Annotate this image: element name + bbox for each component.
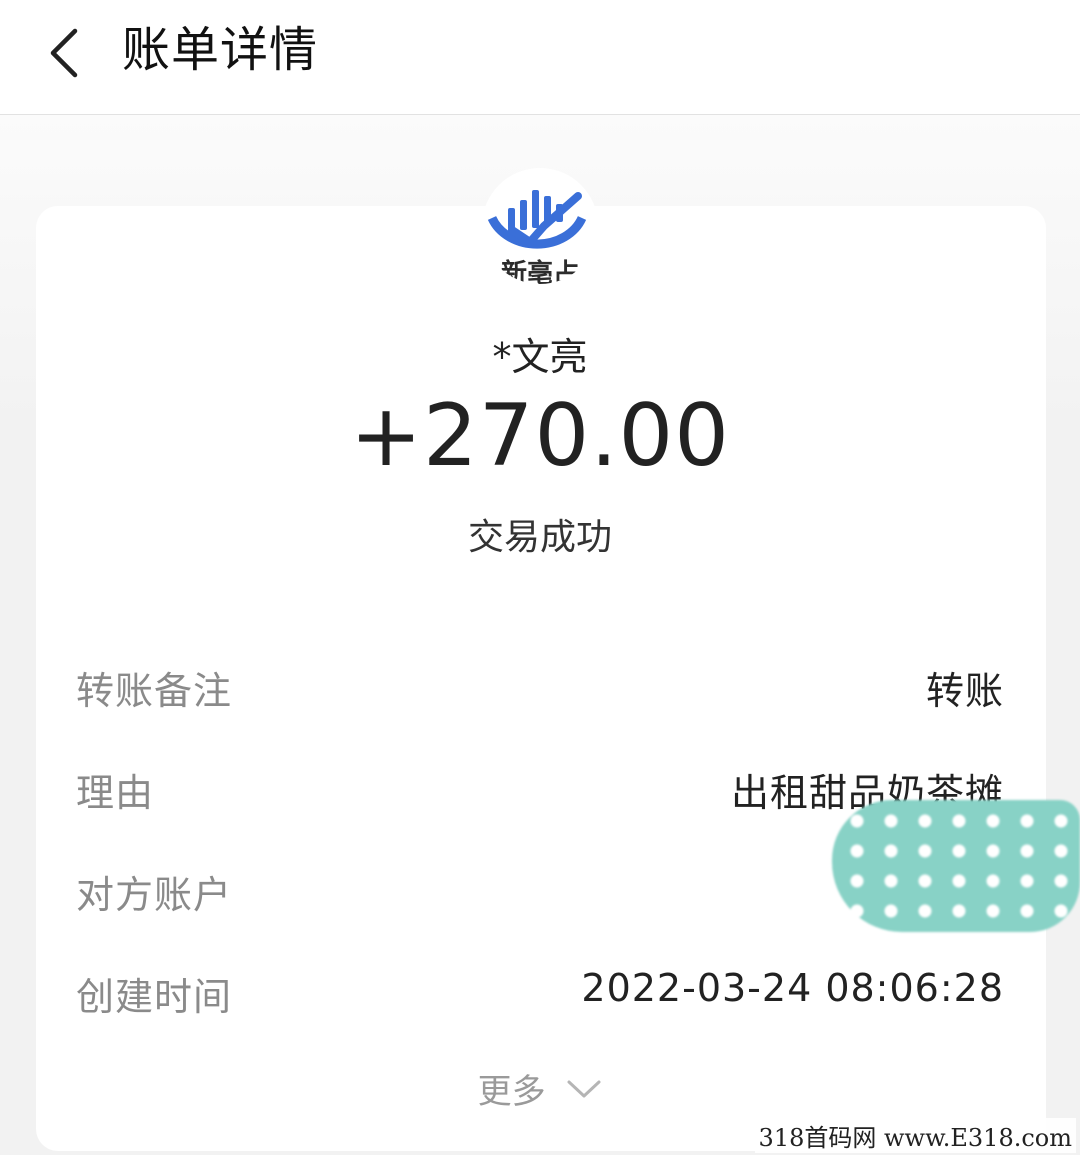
reason-label: 理由: [76, 771, 155, 815]
chevron-left-icon: [50, 28, 78, 78]
transaction-status: 交易成功: [467, 517, 612, 558]
watermark-text: 318首码网 www.E318.com: [754, 1118, 1076, 1153]
more-button[interactable]: 更多: [0, 1064, 1080, 1113]
created-time-label: 创建时间: [76, 975, 233, 1019]
chevron-down-icon: [567, 1080, 601, 1097]
remark-value: 转账: [925, 669, 1004, 713]
payer-name: *文亮: [492, 335, 588, 379]
privacy-mask-sticker: [832, 800, 1080, 932]
page-title: 账单详情: [122, 22, 319, 78]
counterparty-account-label: 对方账户: [76, 873, 233, 917]
back-button[interactable]: [30, 18, 100, 88]
transaction-amount: +270.00: [350, 386, 730, 486]
created-time-value: 2022-03-24 08:06:28: [581, 966, 1004, 1010]
bar-chart-check-logo-icon: 新亳占: [482, 168, 598, 284]
more-label: 更多: [477, 1072, 546, 1112]
remark-label: 转账备注: [76, 669, 233, 713]
top-bar: 账单详情: [0, 0, 1080, 115]
merchant-avatar: 新亳占: [482, 168, 598, 284]
